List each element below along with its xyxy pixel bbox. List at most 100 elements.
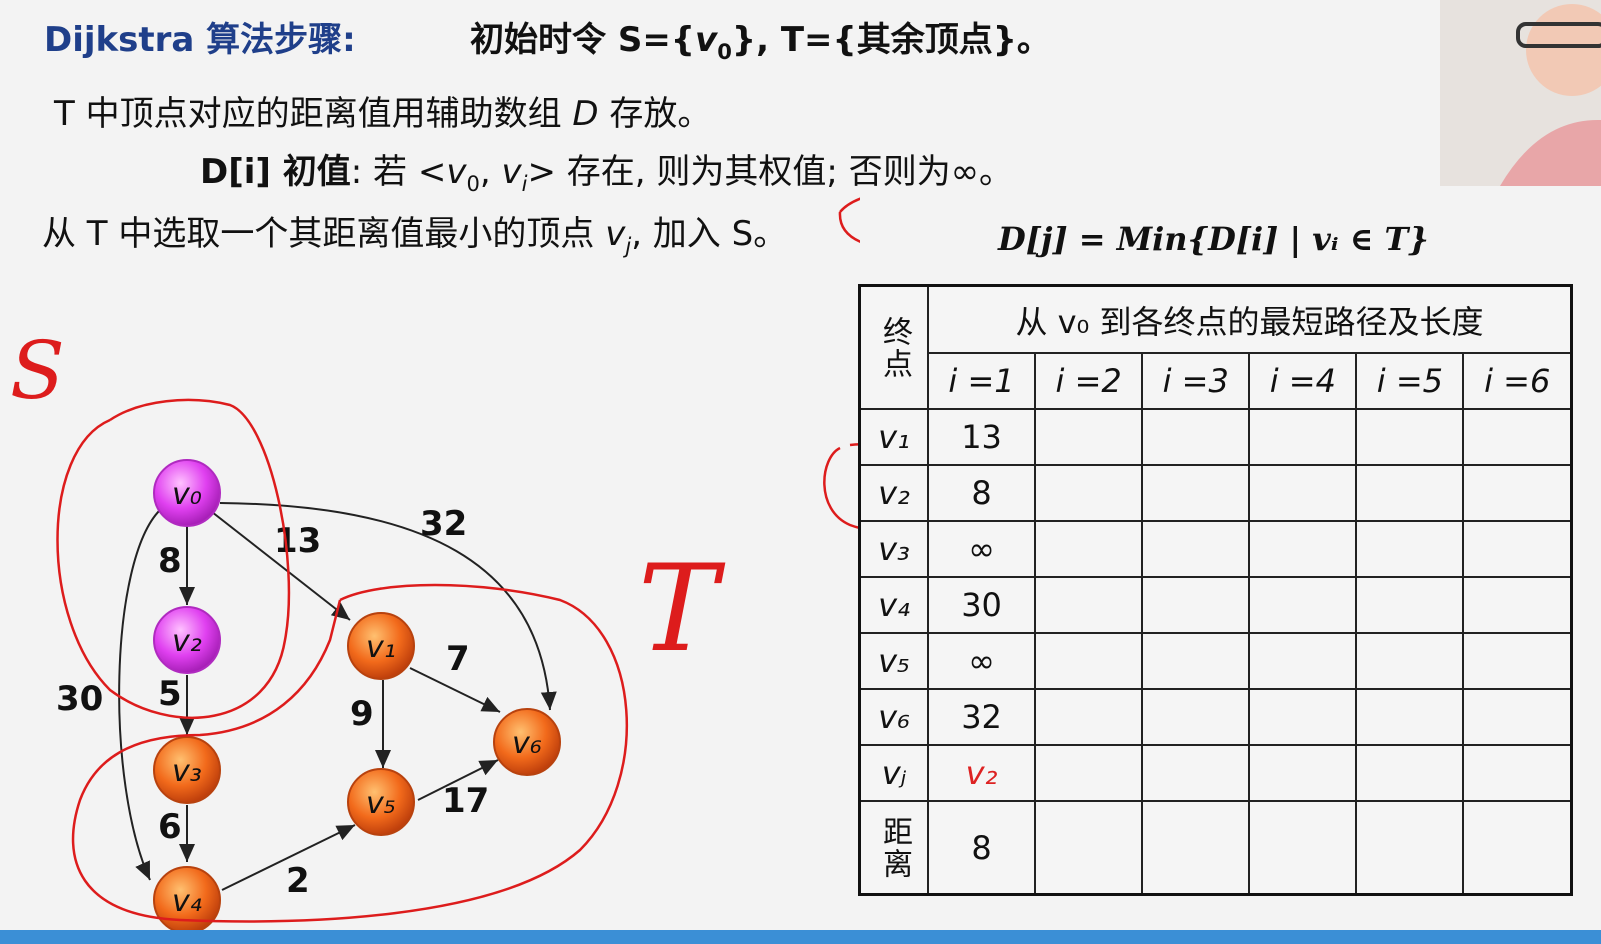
cell-dist-5 [1355, 800, 1465, 896]
weight-v0-v2: 8 [158, 541, 182, 581]
cell-v3-5 [1355, 520, 1465, 579]
table-row: v₁ 13 [858, 408, 1573, 467]
weight-v1-v6: 7 [446, 639, 470, 679]
col-header-4: i =4 [1248, 352, 1358, 411]
cell-v5-1: ∞ [926, 632, 1037, 691]
min-formula: D[j] = Min{D[i] | vᵢ ∈ T} [998, 220, 1429, 258]
table-row: v₂ 8 [858, 464, 1573, 523]
node-v1: v₁ [347, 612, 415, 680]
cell-v6-1: 32 [926, 688, 1037, 747]
cell-v1-2 [1034, 408, 1144, 467]
cell-v5-2 [1034, 632, 1144, 691]
graph-diagram: 8 13 32 30 5 7 9 6 2 17 v₀ v₂ v₁ v₃ v₄ v… [10, 197, 860, 934]
cell-v4-2 [1034, 576, 1144, 635]
row-label-v4: v₄ [858, 576, 929, 635]
cell-v6-3 [1141, 688, 1251, 747]
weight-v2-v3: 5 [158, 674, 182, 714]
row-label-dist: 距离 [858, 800, 929, 896]
weight-v0-v6: 32 [420, 504, 467, 544]
cell-v4-5 [1355, 576, 1465, 635]
node-v3-label: v₃ [172, 754, 202, 789]
node-v4: v₄ [153, 866, 221, 934]
table-row: v₄ 30 [858, 576, 1573, 635]
cell-v3-2 [1034, 520, 1144, 579]
cell-v6-5 [1355, 688, 1465, 747]
edge-v0-v4 [118, 509, 161, 881]
node-v6-label: v₆ [512, 726, 542, 761]
node-v2-label: v₂ [172, 624, 202, 659]
table-row: v₆ 32 [858, 688, 1573, 747]
corner-label: 终点 [858, 284, 929, 411]
cell-v1-5 [1355, 408, 1465, 467]
col-header-6: i =6 [1462, 352, 1573, 411]
webcam-overlay [1440, 0, 1601, 186]
cell-v5-3 [1141, 632, 1251, 691]
cell-vj-5 [1355, 744, 1465, 803]
formula-text: D[j] = Min{D[i] | vᵢ ∈ T} [998, 220, 1429, 258]
s-in-text-loop [838, 197, 860, 243]
cell-v6-4 [1248, 688, 1358, 747]
weight-v5-v6: 17 [442, 781, 489, 821]
col-header-2: i =2 [1034, 352, 1144, 411]
cell-v3-4 [1248, 520, 1358, 579]
cell-vj-4 [1248, 744, 1358, 803]
row-label-v1: v₁ [858, 408, 929, 467]
table-header: 从 v₀ 到各终点的最短路径及长度 [927, 284, 1573, 355]
cell-v2-4 [1248, 464, 1358, 523]
row-label-v5: v₅ [858, 632, 929, 691]
cell-vj-6 [1462, 744, 1573, 803]
cell-v2-5 [1355, 464, 1465, 523]
cell-v2-1: 8 [926, 464, 1037, 523]
table-row: v₅ ∞ [858, 632, 1573, 691]
col-header-5: i =5 [1355, 352, 1465, 411]
cell-v3-3 [1141, 520, 1251, 579]
cell-vj-2 [1034, 744, 1144, 803]
weight-v3-v4: 6 [158, 807, 182, 847]
cell-dist-6 [1462, 800, 1573, 896]
cell-v1-1: 13 [926, 408, 1037, 467]
cell-dist-1: 8 [926, 800, 1037, 896]
col-header-row: i =1 i =2 i =3 i =4 i =5 i =6 [860, 352, 1573, 411]
weight-v0-v1: 13 [274, 521, 321, 561]
cell-v5-5 [1355, 632, 1465, 691]
cell-v6-2 [1034, 688, 1144, 747]
cell-v1-3 [1141, 408, 1251, 467]
weight-v4-v5: 2 [286, 861, 310, 901]
node-v5-label: v₅ [366, 786, 396, 821]
row-label-v3: v₃ [858, 520, 929, 579]
cell-dist-2 [1034, 800, 1144, 896]
table-row: 距离 8 [858, 800, 1573, 896]
node-v2: v₂ [153, 606, 221, 674]
cell-dist-4 [1248, 800, 1358, 896]
cell-v1-6 [1462, 408, 1573, 467]
cell-v4-3 [1141, 576, 1251, 635]
weight-v0-v4: 30 [56, 679, 103, 719]
v2-row-loop [823, 443, 860, 530]
table-row: vⱼ v₂ [858, 744, 1573, 803]
bottom-progress-bar [0, 930, 1601, 944]
cell-v4-6 [1462, 576, 1573, 635]
s-annotation-label: S [10, 324, 65, 417]
cell-v1-4 [1248, 408, 1358, 467]
t-annotation-label: T [638, 540, 726, 679]
cell-v2-2 [1034, 464, 1144, 523]
cell-vj-3 [1141, 744, 1251, 803]
row-label-v6: v₆ [858, 688, 929, 747]
cell-v5-4 [1248, 632, 1358, 691]
cell-v5-6 [1462, 632, 1573, 691]
node-v6: v₆ [493, 708, 561, 776]
col-header-1: i =1 [926, 352, 1037, 411]
node-v0: v₀ [153, 459, 221, 527]
cell-v4-4 [1248, 576, 1358, 635]
cell-v3-1: ∞ [926, 520, 1037, 579]
table-row: v₃ ∞ [858, 520, 1573, 579]
cell-vj-1: v₂ [926, 744, 1037, 803]
cell-v3-6 [1462, 520, 1573, 579]
cell-v6-6 [1462, 688, 1573, 747]
node-v5: v₅ [347, 768, 415, 836]
node-v4-label: v₄ [172, 884, 202, 919]
node-v0-label: v₀ [172, 477, 202, 512]
cell-v2-3 [1141, 464, 1251, 523]
row-label-vj: vⱼ [858, 744, 929, 803]
distance-table: 终点 从 v₀ 到各终点的最短路径及长度 i =1 i =2 i =3 i =4… [858, 284, 1573, 896]
